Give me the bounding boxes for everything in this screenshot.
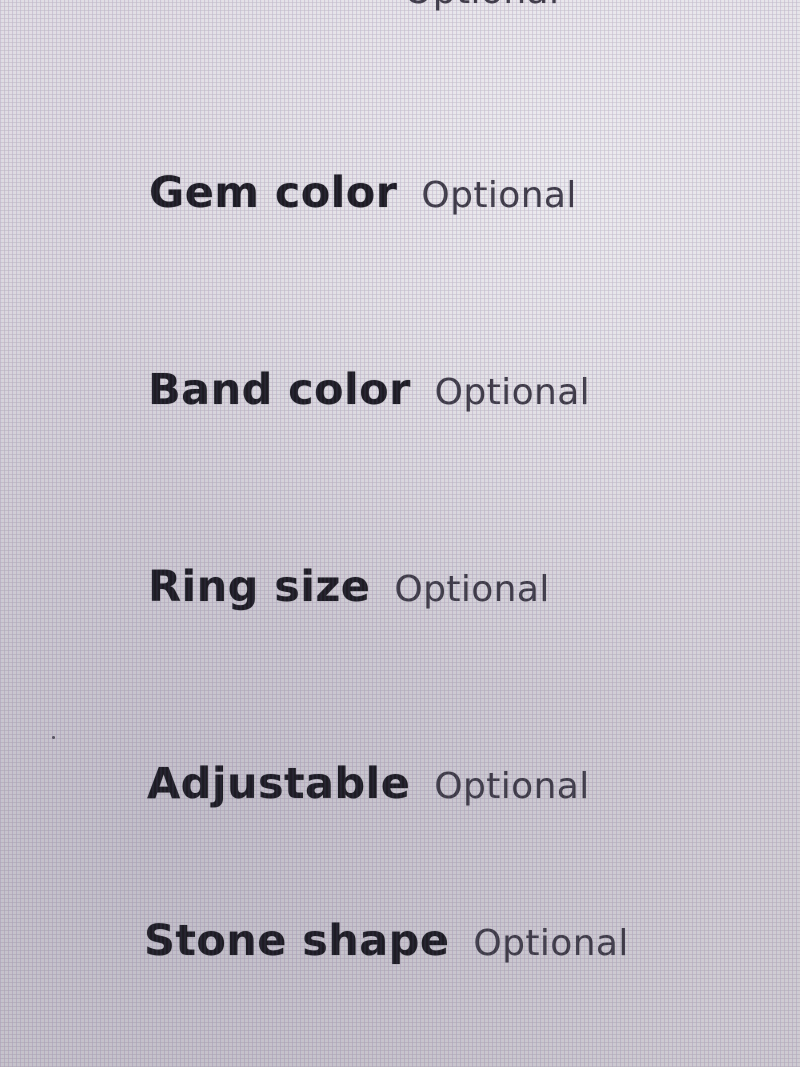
adjustable-optional-label: Optional [434, 766, 590, 807]
partial-top-field[interactable]: Optional [380, 0, 559, 12]
band-color-optional-label: Optional [434, 372, 591, 413]
band-color-field[interactable]: Band color Optional [148, 365, 590, 415]
stone-shape-optional-label: Optional [473, 923, 629, 964]
partial-top-field-optional-label: Optional [404, 0, 559, 12]
stone-shape-field[interactable]: Stone shape Optional [144, 916, 629, 966]
product-attributes-screen: Optional Gem color Optional Band color O… [0, 0, 800, 1067]
screen-speck [52, 736, 55, 739]
adjustable-field[interactable]: Adjustable Optional [147, 759, 590, 809]
gem-color-label: Gem color [149, 168, 398, 218]
band-color-label: Band color [148, 365, 411, 415]
gem-color-field[interactable]: Gem color Optional [149, 168, 577, 218]
ring-size-optional-label: Optional [394, 569, 550, 610]
ring-size-field[interactable]: Ring size Optional [148, 562, 550, 612]
ring-size-label: Ring size [148, 562, 371, 612]
adjustable-label: Adjustable [147, 759, 411, 809]
stone-shape-label: Stone shape [144, 916, 450, 966]
gem-color-optional-label: Optional [421, 175, 577, 216]
